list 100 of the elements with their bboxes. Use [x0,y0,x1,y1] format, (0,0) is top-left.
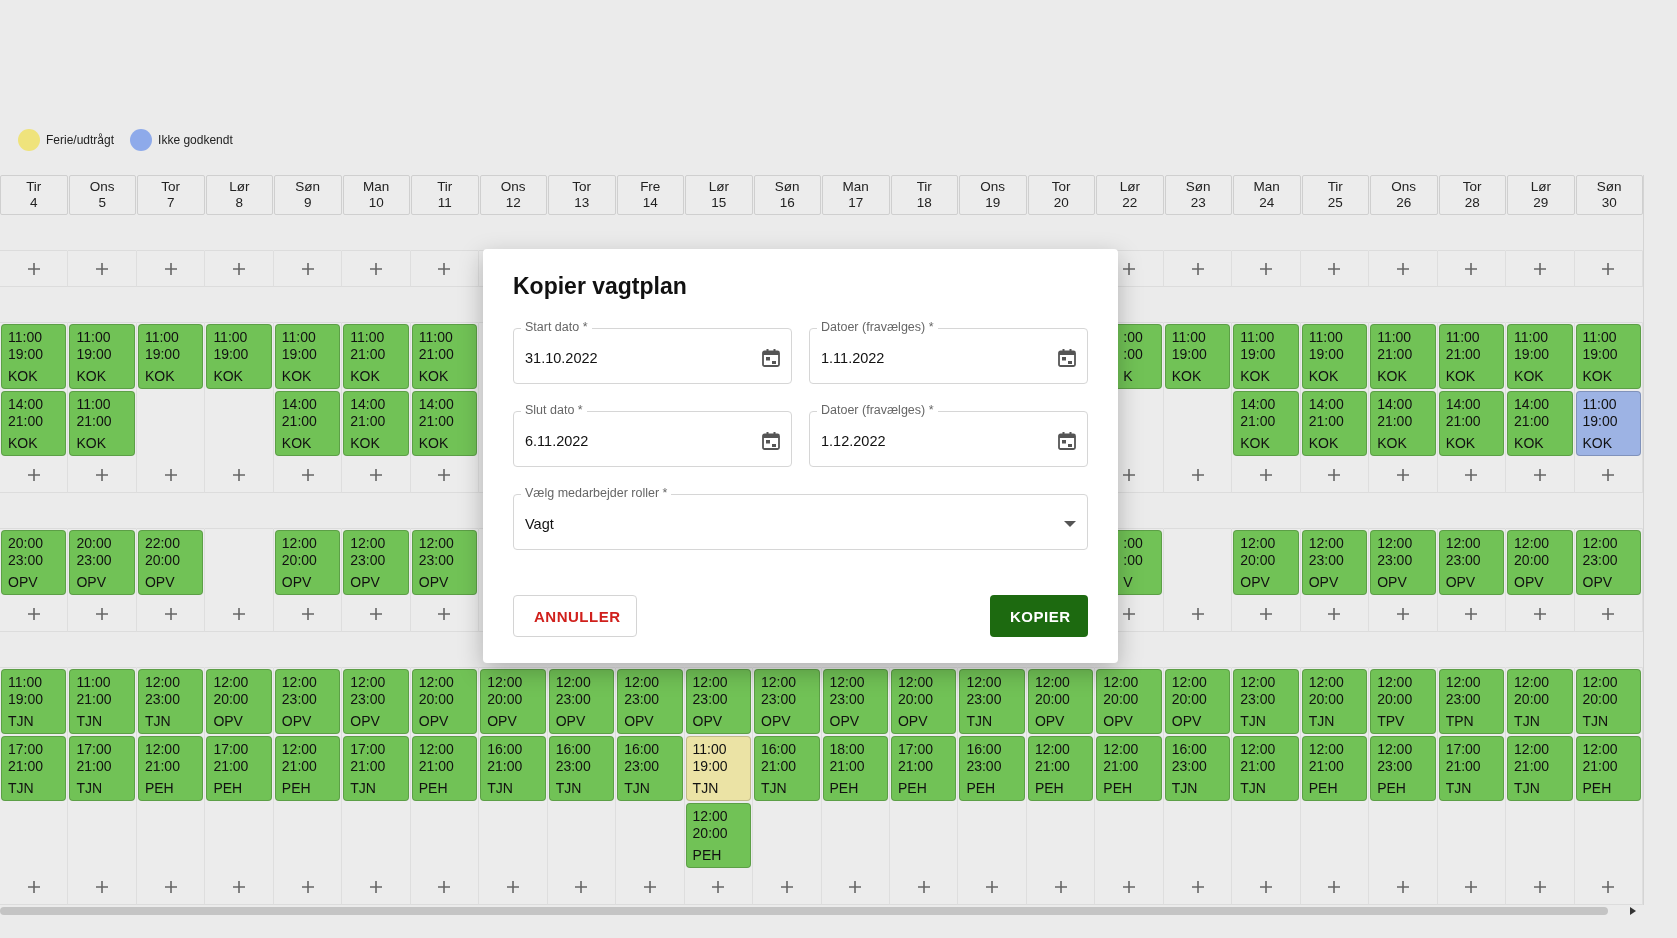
shift-card[interactable]: 12:00 20:00 OPV [1096,669,1162,734]
shift-card[interactable]: 12:00 23:00 TPN [1438,669,1505,734]
shift-card[interactable]: 12:00 20:00 TJN [1575,669,1641,734]
shift-card[interactable]: 17:00 21:00 PEH [890,736,957,801]
copy-button[interactable]: KOPIER [990,595,1088,637]
shift-card[interactable]: 11:00 19:00 KOK [137,324,204,389]
shift-card[interactable]: 12:00 21:00 PEH [1096,736,1162,801]
add-icon[interactable] [506,880,519,893]
shift-card[interactable]: 11:00 19:00 KOK [1,324,67,389]
shift-card[interactable]: 11:00 19:00 KOK [69,324,135,389]
add-icon[interactable] [438,880,451,893]
shift-card[interactable]: 12:00 23:00 OPV [685,669,752,734]
add-icon[interactable] [301,468,314,481]
add-icon[interactable] [164,607,177,620]
add-icon[interactable] [438,262,451,275]
add-icon[interactable] [96,468,109,481]
add-icon[interactable] [1533,262,1546,275]
shift-card[interactable]: 12:00 23:00 OPV [1575,530,1641,595]
add-icon[interactable] [1259,468,1272,481]
shift-card[interactable]: 12:00 20:00 OPV [1233,530,1299,595]
shift-card[interactable]: 12:00 23:00 OPV [411,530,478,595]
shift-card[interactable]: 12:00 23:00 OPV [343,669,409,734]
add-icon[interactable] [370,880,382,893]
add-icon[interactable] [1465,607,1478,620]
shift-card[interactable]: 12:00 20:00 OPV [1027,669,1094,734]
add-icon[interactable] [1533,607,1546,620]
shift-card[interactable]: 12:00 23:00 OPV [343,530,409,595]
add-icon[interactable] [1602,880,1615,893]
shift-card[interactable]: 12:00 23:00 OPV [1370,530,1436,595]
add-icon[interactable] [233,607,246,620]
add-icon[interactable] [233,880,246,893]
scrollbar[interactable] [0,907,1608,915]
shift-card[interactable]: 12:00 20:00 OPV [411,669,478,734]
add-icon[interactable] [27,262,40,275]
shift-card[interactable]: 12:00 20:00 TJN [1507,669,1573,734]
shift-card[interactable]: 14:00 21:00 KOK [1438,391,1505,456]
shift-card[interactable]: 12:00 20:00 OPV [480,669,546,734]
shift-card[interactable]: 20:00 23:00 OPV [1,530,67,595]
add-icon[interactable] [1123,468,1136,481]
calendar-icon[interactable] [762,349,780,367]
shift-card[interactable]: 11:00 19:00 KOK [206,324,272,389]
add-icon[interactable] [1259,262,1272,275]
add-icon[interactable] [917,880,930,893]
date-field[interactable]: Start dato * 31.10.2022 [513,319,792,384]
shift-card[interactable]: 11:00 19:00 TJN [685,736,752,801]
calendar-icon[interactable] [1058,349,1076,367]
add-icon[interactable] [1602,468,1615,481]
shift-card[interactable]: 16:00 21:00 TJN [754,736,820,801]
add-icon[interactable] [438,607,451,620]
add-icon[interactable] [1259,607,1272,620]
shift-card[interactable]: 12:00 21:00 PEH [274,736,341,801]
shift-card[interactable]: 12:00 23:00 OPV [548,669,615,734]
add-icon[interactable] [370,468,382,481]
shift-card[interactable]: 14:00 21:00 KOK [1,391,67,456]
add-icon[interactable] [1328,468,1341,481]
shift-card[interactable]: 12:00 20:00 OPV [1164,669,1231,734]
cancel-button[interactable]: ANNULLER [513,595,637,637]
add-icon[interactable] [1396,880,1409,893]
add-icon[interactable] [164,880,177,893]
add-icon[interactable] [1533,468,1546,481]
add-icon[interactable] [1123,262,1136,275]
shift-card[interactable]: 12:00 23:00 TJN [959,669,1025,734]
shift-card[interactable]: 17:00 21:00 TJN [1438,736,1505,801]
shift-card[interactable]: 12:00 20:00 PEH [685,803,752,868]
shift-card[interactable]: 12:00 23:00 OPV [274,669,341,734]
add-icon[interactable] [1396,262,1409,275]
shift-card[interactable]: 14:00 21:00 KOK [343,391,409,456]
shift-card[interactable]: 12:00 23:00 TJN [137,669,204,734]
add-icon[interactable] [1533,880,1546,893]
shift-card[interactable]: 16:00 23:00 TJN [1164,736,1231,801]
date-field[interactable]: Slut dato * 6.11.2022 [513,402,792,467]
shift-card[interactable]: 12:00 20:00 OPV [1507,530,1573,595]
add-icon[interactable] [1465,880,1478,893]
add-icon[interactable] [96,607,109,620]
date-field[interactable]: Datoer (fravælges) * 1.12.2022 [809,402,1088,467]
shift-card[interactable]: 16:00 23:00 TJN [617,736,683,801]
add-icon[interactable] [1191,880,1204,893]
shift-card[interactable]: 14:00 21:00 KOK [411,391,478,456]
add-icon[interactable] [1123,607,1136,620]
shift-card[interactable]: 12:00 20:00 TPV [1370,669,1436,734]
add-icon[interactable] [1465,262,1478,275]
shift-card[interactable]: 12:00 23:00 OPV [822,669,888,734]
shift-card[interactable]: 12:00 20:00 OPV [890,669,957,734]
add-icon[interactable] [1191,468,1204,481]
add-icon[interactable] [164,262,177,275]
shift-card[interactable]: 16:00 23:00 PEH [959,736,1025,801]
shift-card[interactable]: 20:00 23:00 OPV [69,530,135,595]
shift-card[interactable]: 17:00 21:00 PEH [206,736,272,801]
add-icon[interactable] [1465,468,1478,481]
shift-card[interactable]: 12:00 20:00 OPV [274,530,341,595]
shift-card[interactable]: 16:00 23:00 TJN [548,736,615,801]
add-icon[interactable] [1602,607,1615,620]
add-icon[interactable] [164,468,177,481]
shift-card[interactable]: 14:00 21:00 KOK [1370,391,1436,456]
shift-card[interactable]: 12:00 21:00 PEH [1027,736,1094,801]
shift-card[interactable]: 12:00 21:00 PEH [411,736,478,801]
add-icon[interactable] [1328,880,1341,893]
scroll-right-icon[interactable] [1630,907,1636,915]
add-icon[interactable] [96,262,109,275]
calendar-icon[interactable] [1058,432,1076,450]
